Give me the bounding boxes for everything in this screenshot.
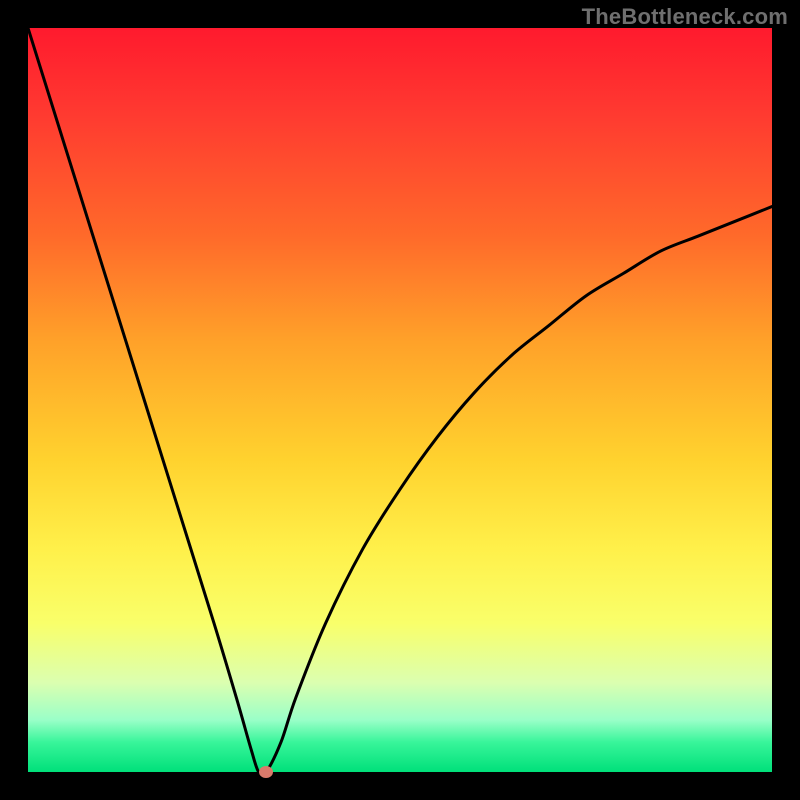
chart-frame: TheBottleneck.com	[0, 0, 800, 800]
plot-area	[28, 28, 772, 772]
watermark-text: TheBottleneck.com	[582, 4, 788, 30]
